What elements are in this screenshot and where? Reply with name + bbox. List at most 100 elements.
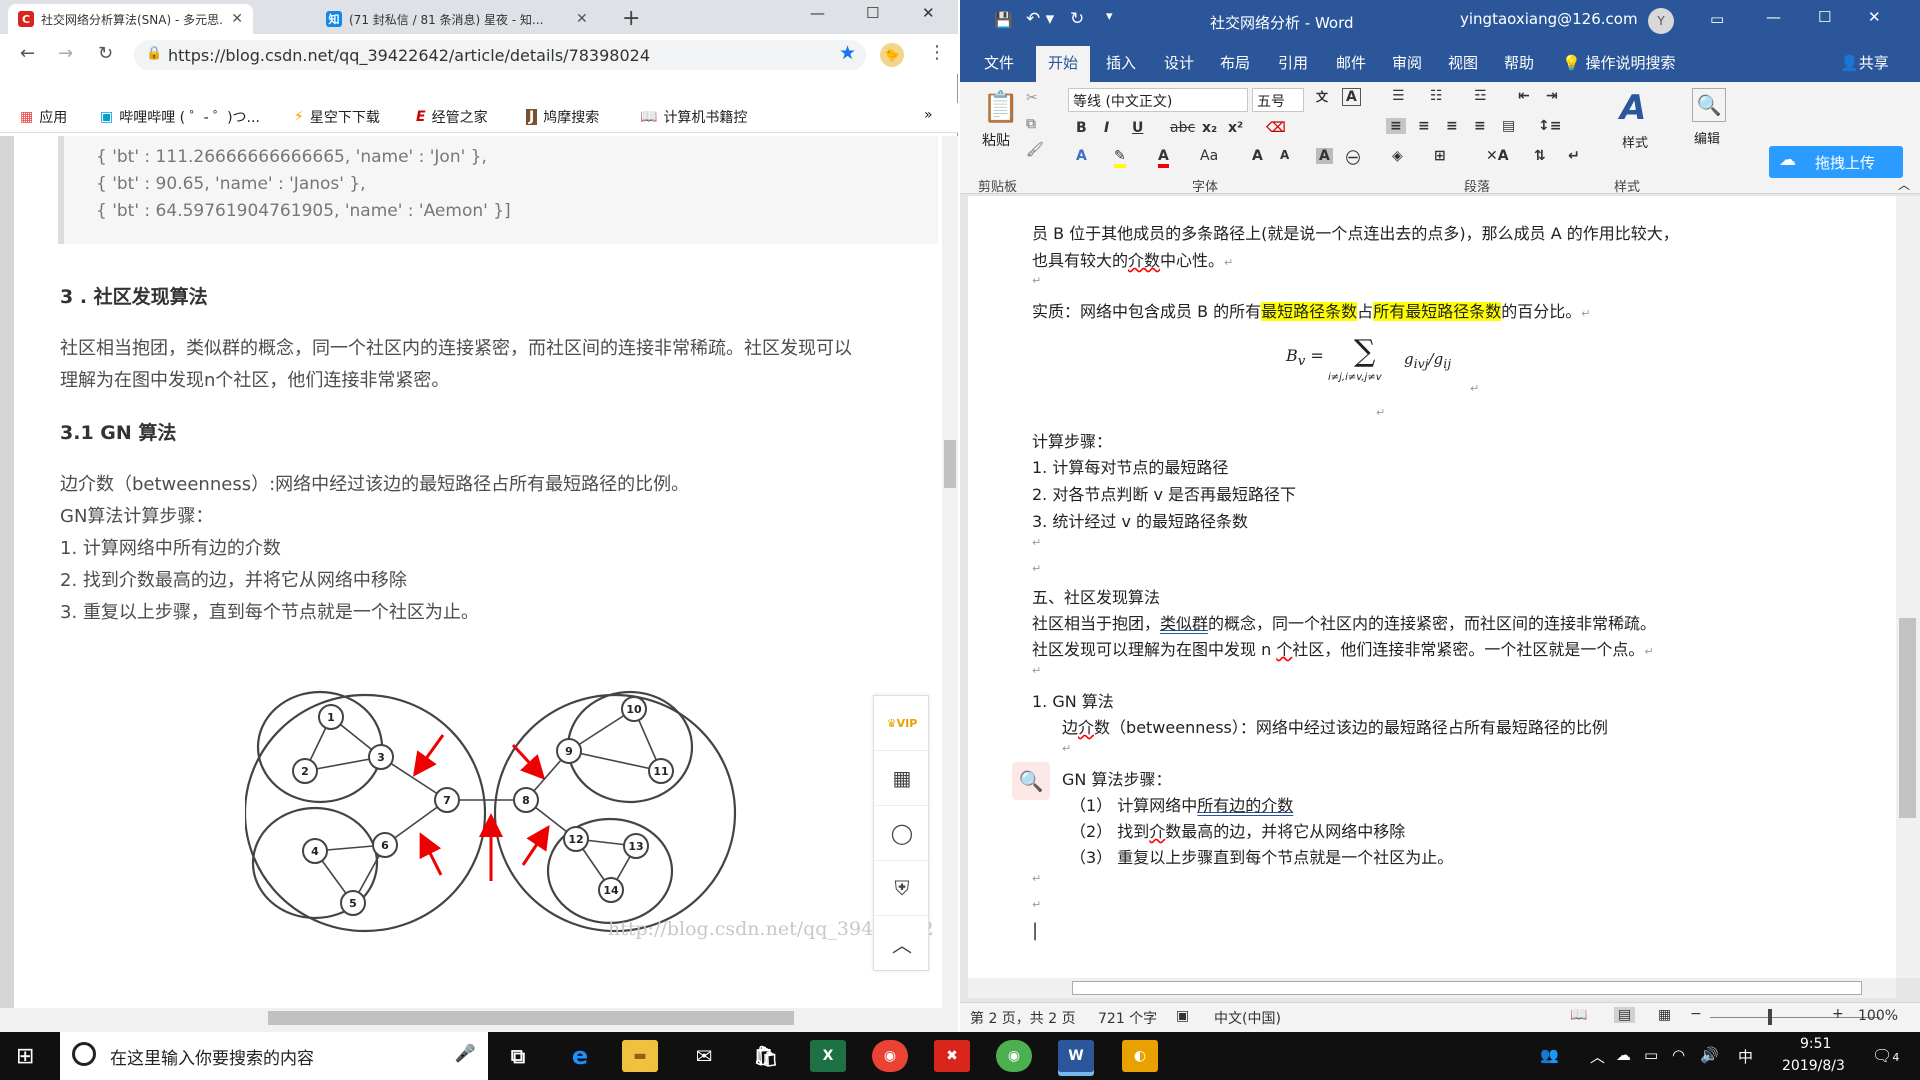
tell-me-search[interactable]: 💡 操作说明搜索 [1562,52,1675,73]
clear-format-icon[interactable]: ⌫ [1266,120,1286,136]
tray-expand-icon[interactable]: ︿ [1590,1046,1605,1067]
address-bar[interactable]: 🔒 https://blog.csdn.net/qq_39422642/arti… [134,40,866,70]
clock-date[interactable]: 2019/8/3 [1782,1058,1845,1074]
collapse-ribbon-icon[interactable]: ︿ [1898,176,1910,193]
word-icon[interactable]: W [1058,1040,1094,1072]
phonetic-guide-icon[interactable]: 文 [1316,88,1328,105]
qrcode-icon[interactable]: ▦ [874,751,930,806]
read-mode-icon[interactable]: 📖 [1570,1007,1587,1023]
language[interactable]: 中文(中国) [1214,1008,1281,1028]
bookmark-jingguan[interactable]: E 经管之家 [416,107,488,127]
redo-icon[interactable]: ↻ [1070,9,1084,29]
bookmarks-more[interactable]: » [924,107,933,123]
zoom-in-icon[interactable]: + [1832,1006,1844,1022]
account-email[interactable]: yingtaoxiang@126.com [1460,10,1638,28]
back-icon[interactable]: ← [20,43,35,64]
justify-icon[interactable]: ≡ [1474,118,1486,134]
qq-icon[interactable]: ◯ [874,806,930,861]
maximize-icon[interactable]: ☐ [866,4,879,22]
tab-mailings[interactable]: 邮件 [1336,52,1366,73]
doc-vertical-scrollbar[interactable] [1896,196,1920,978]
drag-upload-button[interactable]: ☁ 拖拽上传 [1769,146,1903,178]
multilevel-list-icon[interactable]: ☲ [1474,88,1487,104]
shading-icon[interactable]: ◈ [1392,148,1403,164]
bookmark-xingkong[interactable]: ⚡ 星空下下载 [294,107,380,127]
new-tab-button[interactable]: + [622,6,640,31]
underline-icon[interactable]: U [1132,120,1143,136]
chrome-icon[interactable]: ◉ [872,1040,908,1072]
task-view-icon[interactable]: ⧉ [500,1040,536,1072]
vip-crown-icon[interactable]: ♛ VIP [874,696,930,751]
chinese-layout-icon[interactable]: ✕A [1486,148,1509,164]
close-window-icon[interactable]: ✕ [922,4,935,22]
tab-layout[interactable]: 布局 [1220,52,1250,73]
cut-icon[interactable]: ✂ [1026,90,1038,106]
bookmark-apps[interactable]: ▦ 应用 [20,107,67,127]
styles-label[interactable]: 样式 [1622,132,1648,151]
volume-icon[interactable]: 🔊 [1700,1046,1719,1064]
font-size-select[interactable]: 五号 [1252,88,1304,112]
floating-search-icon[interactable]: 🔍 [1012,762,1050,800]
bookmark-jiumo[interactable]: J 鸠摩搜索 [526,107,599,127]
minimize-icon[interactable]: — [810,4,825,22]
word-count[interactable]: 721 个字 [1098,1008,1157,1028]
page-count[interactable]: 第 2 页，共 2 页 [970,1008,1076,1028]
notification-icon[interactable]: 🗨4 [1872,1046,1899,1065]
clock-time[interactable]: 9:51 [1800,1036,1831,1052]
windows-start-icon[interactable]: ⊞ [16,1044,34,1069]
zoom-slider[interactable] [1710,1017,1880,1018]
tab-insert[interactable]: 插入 [1106,52,1136,73]
highlight-icon[interactable]: ✎ [1114,148,1126,168]
subscript-icon[interactable]: x₂ [1202,120,1217,136]
web-layout-icon[interactable]: ▦ [1658,1007,1671,1023]
char-border-icon[interactable]: A [1342,88,1361,106]
ime-indicator[interactable]: 中 [1738,1046,1753,1067]
tab-design[interactable]: 设计 [1164,52,1194,73]
font-name-select[interactable]: 等线 (中文正文) [1068,88,1248,112]
page-hscroll-thumb[interactable] [268,1011,794,1025]
chrome-alt-icon[interactable]: ◉ [996,1040,1032,1072]
format-painter-icon[interactable]: 🖌 [1026,142,1044,158]
file-explorer-icon[interactable]: ▬ [622,1040,658,1072]
line-spacing-icon[interactable]: ↕≡ [1538,118,1561,134]
bullets-icon[interactable]: ☰ [1392,88,1405,104]
edge-icon[interactable]: e [562,1040,598,1072]
align-right-icon[interactable]: ≡ [1446,118,1458,134]
page-vertical-scrollbar[interactable] [942,136,958,1008]
store-icon[interactable]: 🛍 [748,1040,784,1072]
increase-indent-icon[interactable]: ⇥ [1546,88,1558,104]
doc-scroll-thumb[interactable] [1899,618,1916,818]
reload-icon[interactable]: ↻ [98,43,113,64]
minimize-icon[interactable]: — [1766,8,1781,26]
borders-icon[interactable]: ⊞ [1434,148,1446,164]
tab-csdn[interactable]: C 社交网络分析算法(SNA) - 多元思... ✕ [8,4,253,34]
wifi-icon[interactable]: ◠ [1672,1046,1685,1064]
superscript-icon[interactable]: x² [1228,120,1243,136]
page-scroll-thumb[interactable] [944,440,956,488]
close-tab-icon[interactable]: ✕ [231,11,243,27]
styles-icon[interactable]: A [1620,88,1646,128]
align-center-icon[interactable]: ≡ [1418,118,1430,134]
change-case-icon[interactable]: Aa [1200,148,1218,164]
proofing-icon[interactable]: ▣ [1176,1008,1189,1024]
tab-file[interactable]: 文件 [984,52,1014,73]
text-effects-icon[interactable]: A [1076,148,1087,164]
tab-zhihu[interactable]: 知 (71 封私信 / 81 条消息) 星夜 - 知... ✕ [316,4,616,34]
account-avatar[interactable]: Y [1648,8,1674,34]
paste-label[interactable]: 粘贴 [982,130,1010,150]
onedrive-icon[interactable]: ☁ [1616,1046,1631,1064]
copy-icon[interactable]: ⧉ [1026,116,1036,132]
tab-view[interactable]: 视图 [1448,52,1478,73]
share-button[interactable]: 👤共享 [1840,52,1889,73]
bookmark-star-icon[interactable]: ★ [839,42,856,64]
strikethrough-icon[interactable]: abc [1170,120,1195,136]
ribbon-display-icon[interactable]: ▭ [1710,10,1724,28]
zoom-out-icon[interactable]: − [1690,1006,1702,1022]
back-to-top-icon[interactable]: ︿ [874,916,930,971]
tab-home[interactable]: 开始 [1036,46,1091,82]
report-shield-icon[interactable]: ⛨ [874,861,930,916]
profile-avatar[interactable]: 🐤 [880,43,904,67]
show-marks-icon[interactable]: ↵ [1568,148,1580,164]
decrease-indent-icon[interactable]: ⇤ [1518,88,1530,104]
mail-icon[interactable]: ✉ [686,1040,722,1072]
